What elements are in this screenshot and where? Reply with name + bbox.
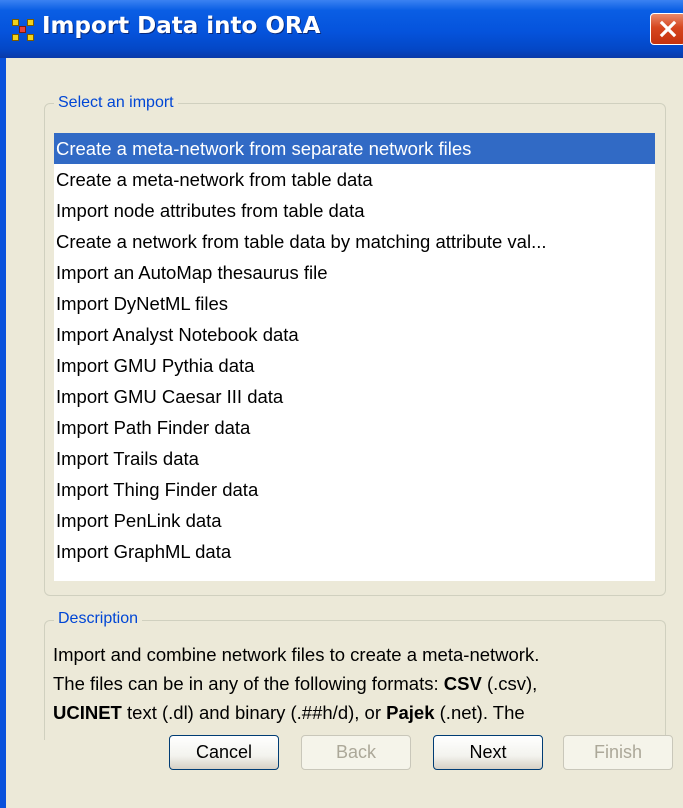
import-dialog: Import Data into ORA Select an import Cr…	[0, 0, 683, 808]
close-button[interactable]	[650, 13, 683, 45]
pajek-format: Pajek	[386, 702, 435, 723]
import-list-item[interactable]: Import node attributes from table data	[54, 195, 655, 226]
import-list-item[interactable]: Import Analyst Notebook data	[54, 319, 655, 350]
import-list-item[interactable]: Import GraphML data	[54, 536, 655, 567]
csv-format: CSV	[443, 673, 482, 694]
import-list-item[interactable]: Import DyNetML files	[54, 288, 655, 319]
import-list-item[interactable]: Import GMU Pythia data	[54, 350, 655, 381]
import-list-item[interactable]: Import Trails data	[54, 443, 655, 474]
import-list-item[interactable]: Import GMU Caesar III data	[54, 381, 655, 412]
import-list-item[interactable]: Create a meta-network from table data	[54, 164, 655, 195]
import-list-item[interactable]: Import Path Finder data	[54, 412, 655, 443]
import-list-item[interactable]: Import an AutoMap thesaurus file	[54, 257, 655, 288]
title-bar[interactable]: Import Data into ORA	[0, 0, 683, 58]
back-button[interactable]: Back	[301, 735, 411, 770]
import-list-item[interactable]: Import PenLink data	[54, 505, 655, 536]
description-line-3: UCINET text (.dl) and binary (.##h/d), o…	[53, 702, 525, 723]
description-text: Import and combine network files to crea…	[53, 640, 673, 727]
window-title: Import Data into ORA	[42, 13, 321, 39]
next-button[interactable]: Next	[433, 735, 543, 770]
description-line-2: The files can be in any of the following…	[53, 673, 538, 694]
import-list-item[interactable]: Create a network from table data by matc…	[54, 226, 655, 257]
close-icon	[659, 20, 677, 38]
finish-button[interactable]: Finish	[563, 735, 673, 770]
description-label: Description	[54, 610, 143, 628]
select-import-label: Select an import	[54, 94, 178, 112]
import-type-list[interactable]: Create a meta-network from separate netw…	[54, 133, 655, 581]
cancel-button[interactable]: Cancel	[169, 735, 279, 770]
ora-app-icon	[12, 19, 34, 41]
import-list-item[interactable]: Import Thing Finder data	[54, 474, 655, 505]
import-list-item[interactable]: Create a meta-network from separate netw…	[54, 133, 655, 164]
window-frame-left	[0, 58, 6, 808]
description-line-1: Import and combine network files to crea…	[53, 644, 540, 665]
ucinet-format: UCINET	[53, 702, 122, 723]
